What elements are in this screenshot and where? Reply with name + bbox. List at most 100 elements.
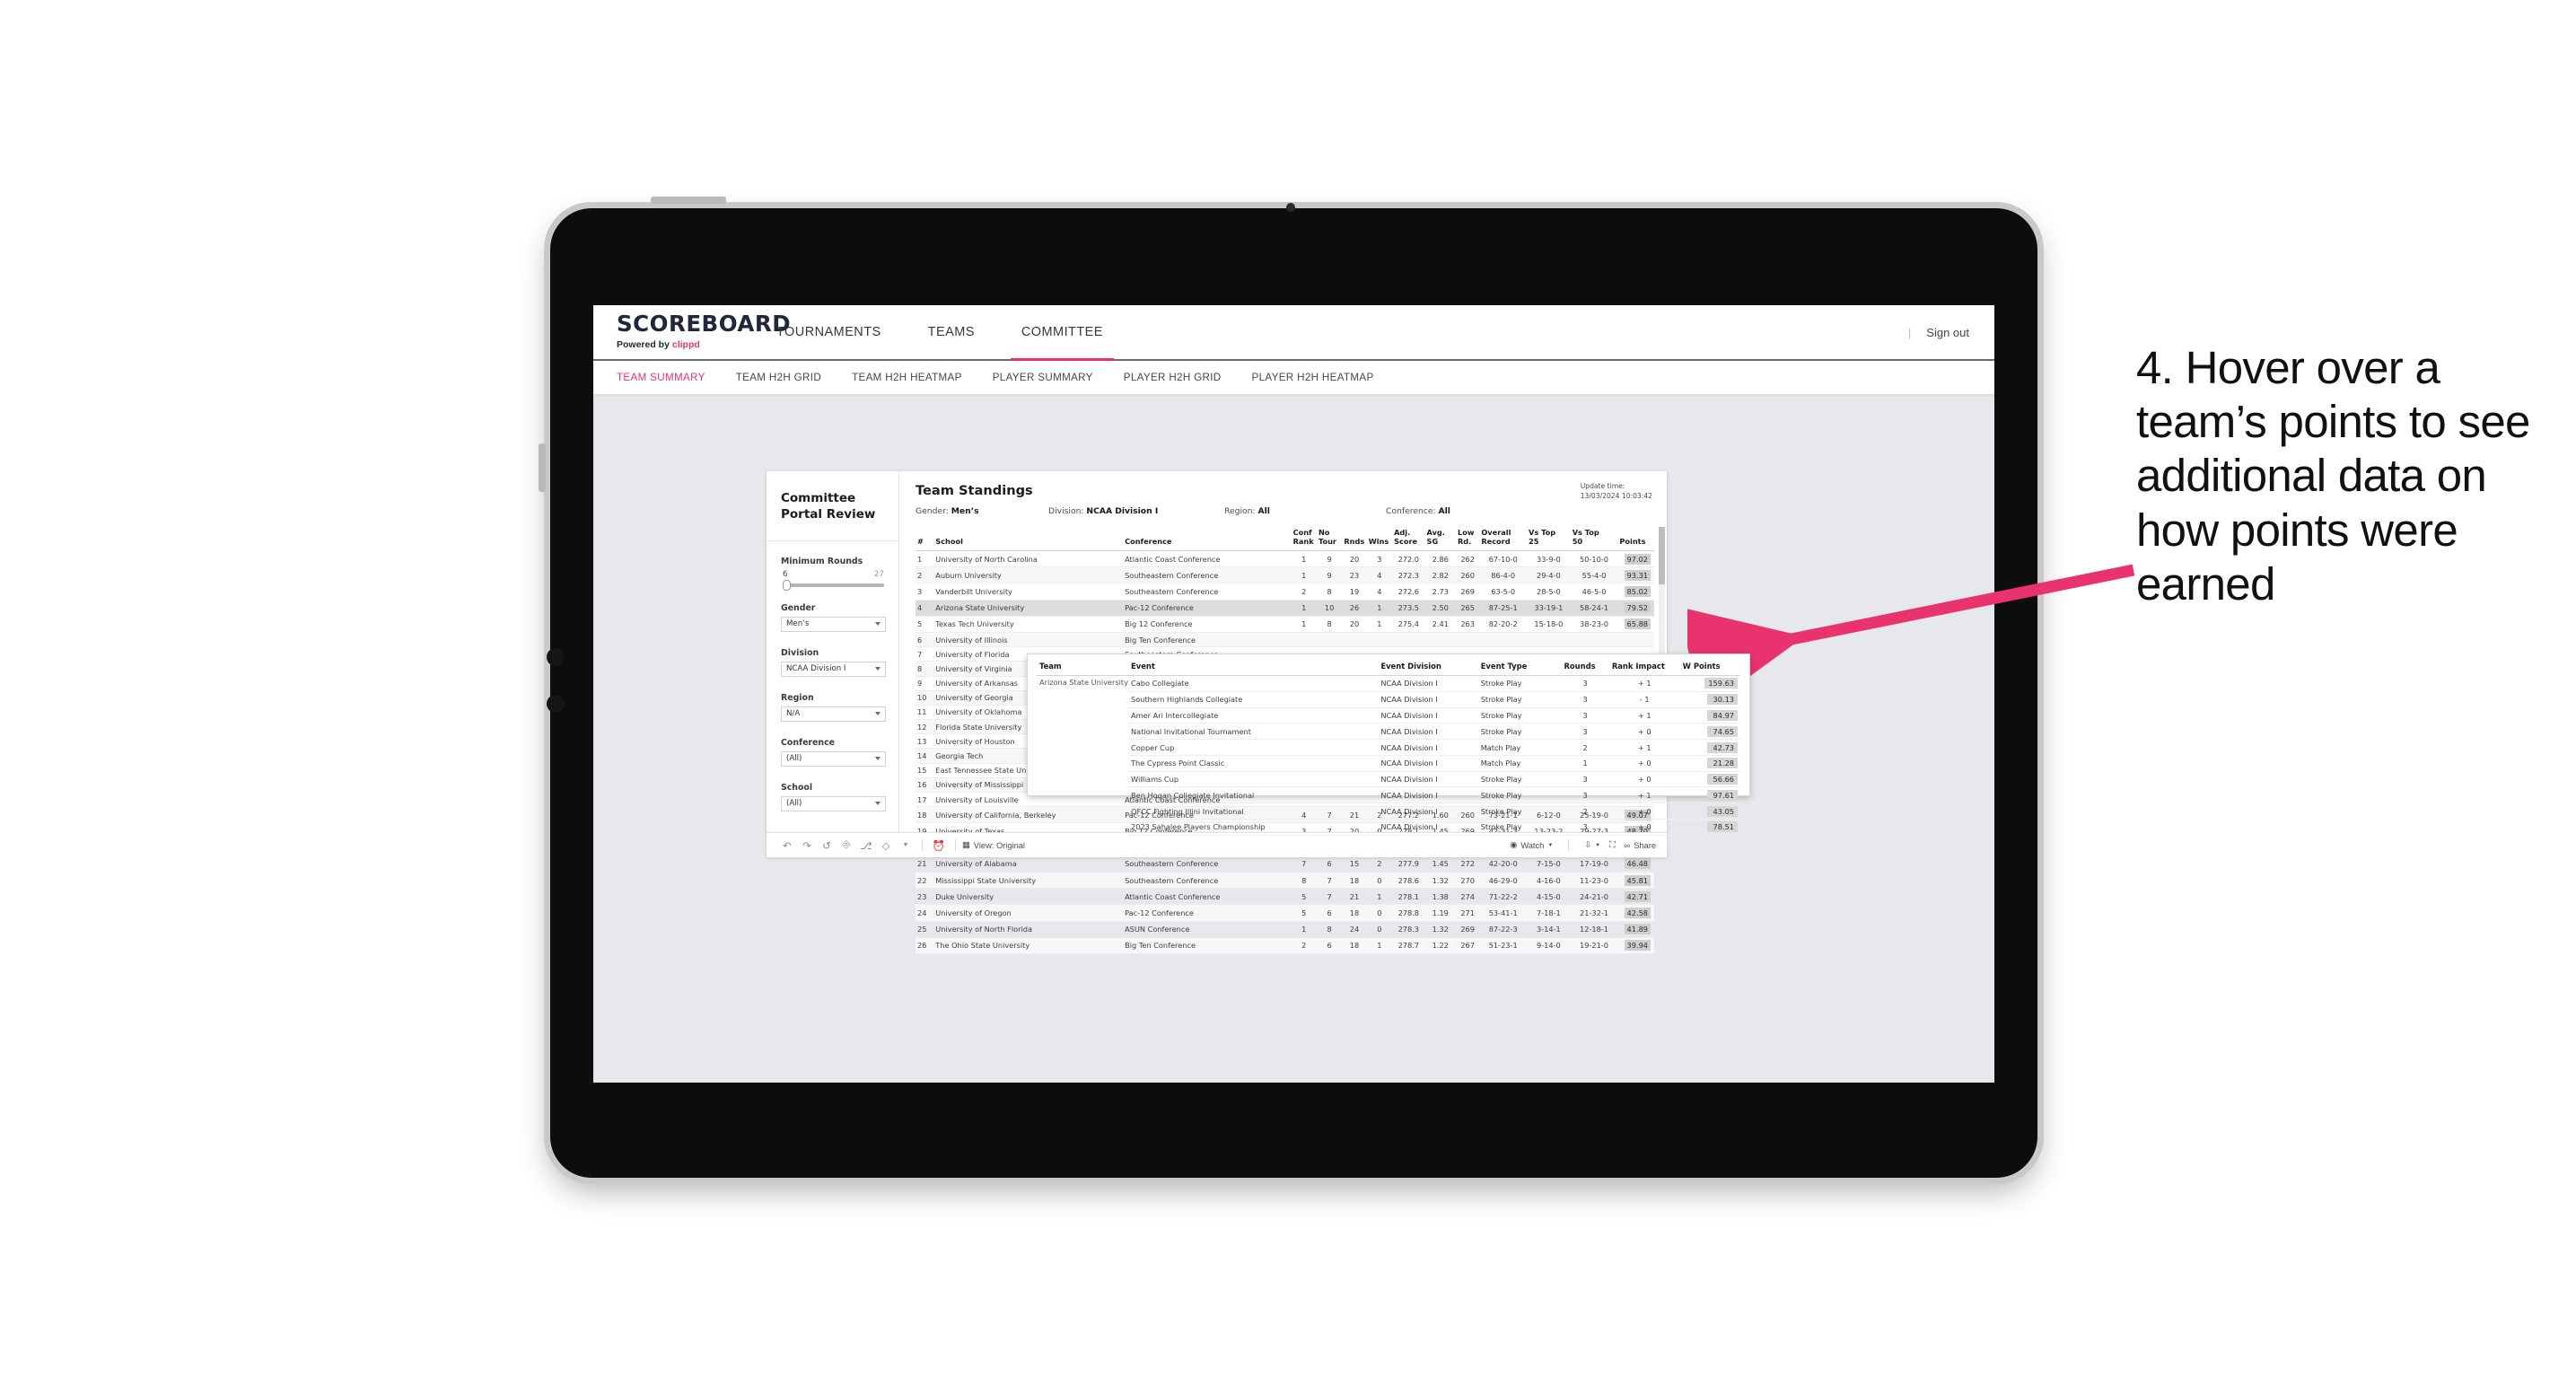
points-chip[interactable]: 65.88 xyxy=(1624,618,1651,630)
cell-points[interactable]: 85.02 xyxy=(1617,583,1654,601)
col-points[interactable]: Points xyxy=(1617,526,1654,551)
points-chip[interactable]: 39.94 xyxy=(1624,940,1651,952)
points-chip[interactable]: 45.81 xyxy=(1624,874,1651,886)
tooltip-cell-impact: + 0 xyxy=(1608,755,1680,772)
table-row[interactable]: 21 University of Alabama Southeastern Conf… xyxy=(916,855,1654,873)
tooltip-cell-division: NCAA Division I xyxy=(1378,771,1478,788)
region-select[interactable]: N/A xyxy=(781,706,886,722)
col-overall-record[interactable]: Overall Record xyxy=(1479,526,1528,551)
col-rank[interactable]: # xyxy=(916,526,934,551)
pause-icon[interactable]: ⎇ xyxy=(856,839,876,852)
gender-select[interactable]: Men’s xyxy=(781,616,886,632)
points-chip[interactable]: 41.89 xyxy=(1624,924,1651,935)
share-button[interactable]: ∞ Share xyxy=(1625,841,1656,850)
cell-points[interactable]: 79.52 xyxy=(1617,600,1654,617)
col-adj-score[interactable]: Adj. Score xyxy=(1392,526,1425,551)
points-chip[interactable]: 93.31 xyxy=(1624,569,1651,581)
undo-icon[interactable]: ↶ xyxy=(777,839,797,852)
col-low-rd[interactable]: Low Rd. xyxy=(1456,526,1480,551)
table-row[interactable]: 6 University of Illinois Big Ten Conferenc… xyxy=(916,632,1654,648)
col-wins[interactable]: Wins xyxy=(1366,526,1393,551)
cell-points[interactable]: 65.88 xyxy=(1617,616,1654,633)
nav-tab-committee[interactable]: COMMITTEE xyxy=(998,305,1126,361)
conference-select[interactable]: (All) xyxy=(781,750,886,767)
cell-rank: 17 xyxy=(916,792,934,808)
cell-points[interactable]: 97.02 xyxy=(1617,550,1654,568)
cell-points[interactable]: 42.71 xyxy=(1617,888,1654,906)
col-vs-top-25[interactable]: Vs Top 25 xyxy=(1527,526,1571,551)
subtab-team-h2h-grid[interactable]: TEAM H2H GRID xyxy=(736,372,821,383)
cell-conf-rank: 2 xyxy=(1291,583,1317,601)
table-row[interactable]: 5 Texas Tech University Big 12 Conference 1… xyxy=(916,616,1654,633)
subtab-team-summary[interactable]: TEAM SUMMARY xyxy=(617,372,705,383)
tooltip-cell-rounds: 3 xyxy=(1561,819,1609,836)
subtab-player-h2h-grid[interactable]: PLAYER H2H GRID xyxy=(1124,372,1222,383)
subtab-player-summary[interactable]: PLAYER SUMMARY xyxy=(993,372,1093,383)
caret-down-icon[interactable]: ▼ xyxy=(896,842,916,848)
fullscreen-button[interactable]: ⛶ xyxy=(1609,840,1616,850)
col-avg-sg[interactable]: Avg. SG xyxy=(1424,526,1456,551)
view-original-button[interactable]: ▦ View: Original xyxy=(962,840,1025,850)
cell-points[interactable]: 39.94 xyxy=(1617,937,1654,954)
subtab-player-h2h-heatmap[interactable]: PLAYER H2H HEATMAP xyxy=(1252,372,1374,383)
sign-out-link[interactable]: Sign out xyxy=(1926,326,1969,339)
minimum-rounds-slider-handle[interactable] xyxy=(783,579,791,591)
table-row[interactable]: 26 The Ohio State University Big Ten Confe… xyxy=(916,937,1654,954)
table-row[interactable]: 25 University of North Florida ASUN Confer… xyxy=(916,921,1654,938)
nav-tab-tournaments[interactable]: TOURNAMENTS xyxy=(753,305,905,359)
side-button-upper[interactable] xyxy=(547,648,565,666)
col-school[interactable]: School xyxy=(933,526,1124,551)
revert-icon[interactable]: ↺ xyxy=(817,839,837,852)
standings-card: Committee Portal Review Minimum Rounds 6… xyxy=(767,471,1750,954)
table-row[interactable]: 2 Auburn University Southeastern Conferenc… xyxy=(916,566,1654,584)
cell-points[interactable]: 45.81 xyxy=(1617,872,1654,890)
cell-low-rd: 267 xyxy=(1456,937,1480,954)
redo-icon[interactable]: ↷ xyxy=(797,839,817,852)
division-select[interactable]: NCAA Division I xyxy=(781,661,886,677)
col-conference[interactable]: Conference xyxy=(1123,526,1292,551)
table-row[interactable]: 3 Vanderbilt University Southeastern Confe… xyxy=(916,583,1654,601)
cell-points[interactable] xyxy=(1617,632,1654,648)
points-chip[interactable]: 42.58 xyxy=(1624,907,1651,918)
table-row[interactable]: 24 University of Oregon Pac-12 Conference 5… xyxy=(916,904,1654,922)
points-chip[interactable]: 46.48 xyxy=(1624,858,1651,870)
col-conf-rank[interactable]: Conf Rank xyxy=(1291,526,1317,551)
watch-button[interactable]: ◉ Watch ▼ xyxy=(1510,840,1553,850)
clock-icon[interactable]: ⏰ xyxy=(929,839,949,852)
cell-points[interactable]: 46.48 xyxy=(1617,855,1654,873)
table-row[interactable]: 22 Mississippi State University Southeaste… xyxy=(916,872,1654,890)
subtab-team-h2h-heatmap[interactable]: TEAM H2H HEATMAP xyxy=(852,372,962,383)
points-chip[interactable]: 79.52 xyxy=(1624,602,1651,614)
w-points-chip: 56.66 xyxy=(1707,774,1738,785)
refresh-icon[interactable]: ⎆ xyxy=(837,839,856,851)
power-button[interactable] xyxy=(651,197,726,204)
table-scrollbar-thumb[interactable] xyxy=(1659,527,1665,584)
nav-tab-teams[interactable]: TEAMS xyxy=(905,305,998,359)
cell-points[interactable]: 93.31 xyxy=(1617,566,1654,584)
volume-button[interactable] xyxy=(539,443,546,492)
table-row[interactable]: 23 Duke University Atlantic Coast Conferen… xyxy=(916,888,1654,906)
col-no-tour[interactable]: No Tour xyxy=(1316,526,1343,551)
filter-summary-gender: Gender: Men’s xyxy=(916,506,1048,516)
col-rnds[interactable]: Rnds xyxy=(1342,526,1367,551)
table-row[interactable]: 4 Arizona State University Pac-12 Conferen… xyxy=(916,600,1654,617)
school-select[interactable]: (All) xyxy=(781,795,886,811)
download-button[interactable]: ⇩ ▼ xyxy=(1584,840,1600,850)
scoreboard-logo[interactable]: SCOREBOARD Powered by clippd xyxy=(593,305,791,359)
cell-overall-record: 63-5-0 xyxy=(1479,583,1528,601)
alerts-icon[interactable]: ◇ xyxy=(876,839,896,852)
minimum-rounds-slider[interactable] xyxy=(783,579,884,591)
cell-vs-top-50: 21-32-1 xyxy=(1570,904,1618,922)
points-chip[interactable]: 97.02 xyxy=(1624,553,1651,565)
table-row[interactable]: 1 University of North Carolina Atlantic Co… xyxy=(916,550,1654,568)
tooltip-row: The Cypress Point Classic NCAA Division I… xyxy=(1037,755,1740,772)
points-chip[interactable]: 42.71 xyxy=(1624,890,1651,902)
cell-overall-record: 87-22-3 xyxy=(1479,921,1528,938)
toolbar-right-group: ◉ Watch ▼ ⇩ ▼ ⛶ ∞ Share xyxy=(1510,839,1656,851)
cell-conference: ASUN Conference xyxy=(1123,921,1292,938)
cell-points[interactable]: 42.58 xyxy=(1617,904,1654,922)
cell-points[interactable]: 41.89 xyxy=(1617,921,1654,938)
points-chip[interactable]: 85.02 xyxy=(1624,585,1651,597)
col-vs-top-50[interactable]: Vs Top 50 xyxy=(1570,526,1618,551)
side-button-lower[interactable] xyxy=(547,695,565,713)
